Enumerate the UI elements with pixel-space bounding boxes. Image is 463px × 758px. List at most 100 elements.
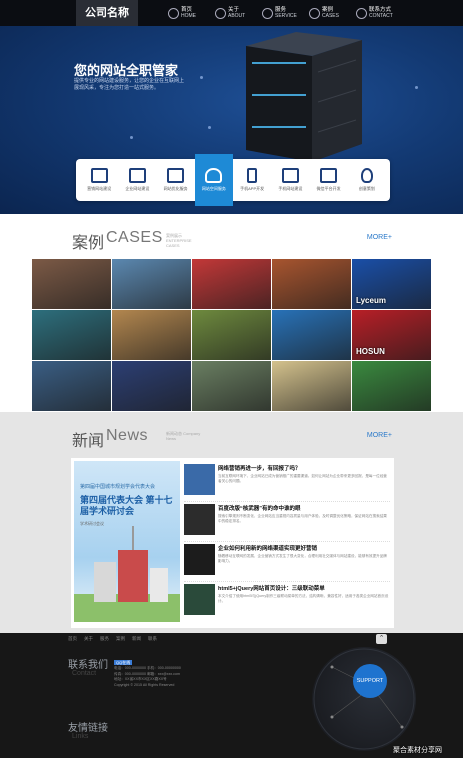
news-title: html5+jQuery网站首页设计：三级联动菜单 [218, 586, 325, 592]
news-title-en: News [106, 427, 149, 444]
service-label: 微信平台开发 [316, 186, 341, 191]
service-label: 网站空间服务 [201, 186, 226, 191]
top-navigation-bar: 公司名称 首页 HOME 关于 ABOUT 服务 SERVICE 案例 CASES 联系… [0, 0, 463, 26]
service-item-wechat[interactable]: 微信平台开发 [310, 159, 348, 201]
news-list: 网络营销再进一步，有回报了吗？ 当前互联网环境下，企业网站已成为营销推广的重要渠… [184, 462, 390, 622]
case-tile[interactable] [32, 361, 111, 411]
cases-title-zh: 案例 [72, 235, 105, 252]
sparkle-dot [415, 86, 418, 89]
network-lines-icon [313, 648, 415, 750]
nav-sublabel: CASES [322, 13, 339, 19]
qq-online-button[interactable]: QQ在线 [114, 660, 133, 666]
hero-title: 您的网站全职管家 [74, 63, 179, 78]
contact-icon [356, 7, 367, 19]
news-thumbnail [184, 504, 215, 535]
cases-section-header: 案例 CASES 案例展示 ENTERPRISE CASES MORE+ [72, 229, 392, 252]
case-tile[interactable] [32, 310, 111, 360]
cases-more-link[interactable]: MORE+ [367, 234, 392, 241]
building-illustration [74, 526, 180, 622]
case-tile[interactable] [112, 361, 191, 411]
sparkle-dot [200, 76, 203, 79]
monitor-icon [90, 168, 108, 183]
contact-info: QQ在线 电话：000-0000000 手机：000-00000000 传真：0… [114, 660, 181, 688]
service-item-marketing-site[interactable]: 营销网站建设 [80, 159, 118, 201]
case-tile-caption: HOSUN [356, 347, 385, 356]
footer-link[interactable]: 案例 [116, 636, 125, 642]
about-icon [215, 7, 226, 19]
service-item-hosting[interactable]: 网站空间服务 [194, 154, 233, 206]
case-tile[interactable]: Lyceum [352, 259, 431, 309]
back-to-top-button[interactable]: ⌃ [376, 634, 387, 644]
footer-link[interactable]: 服务 [100, 636, 109, 642]
sparkle-dot [208, 126, 211, 129]
case-tile-caption: Lyceum [356, 296, 386, 305]
service-label: 创意策划 [358, 186, 375, 191]
news-title-zh: 新闻 [72, 433, 105, 450]
service-item-mobile-site[interactable]: 手机网站建设 [271, 159, 309, 201]
service-icon [262, 7, 273, 19]
nav-item-home[interactable]: 首页 HOME [168, 3, 215, 23]
links-heading-en: Links [72, 733, 89, 740]
browser-icon [281, 168, 299, 183]
news-item[interactable]: 企业如何利用新的网络渠道实现更好营销 随着移动互联网的发展，企业营销方式发生了很… [184, 542, 390, 582]
case-tile[interactable] [272, 361, 351, 411]
hero-subtitle: 提供专业的网站建设服务，让您的企业在互联网上展现风采，专注为您打造一站式服务。 [74, 78, 185, 91]
service-item-creative[interactable]: 创意策划 [348, 159, 386, 201]
footer-link[interactable]: 首页 [68, 636, 77, 642]
sparkle-dot [130, 136, 133, 139]
footer-link[interactable]: 联系 [148, 636, 157, 642]
case-tile[interactable] [112, 310, 191, 360]
nav-item-cases[interactable]: 案例 CASES [309, 3, 356, 23]
contact-heading: 联系我们 [68, 660, 108, 671]
news-item[interactable]: 百度改版“核武器”有的命中谁的眼 搜索引擎规则不断变化，企业网站应当重视内容质量… [184, 502, 390, 542]
news-section-header: 新闻 News 新闻动态 Company News MORE+ [72, 427, 392, 450]
cloud-icon [205, 168, 223, 183]
case-icon [309, 7, 320, 19]
case-gallery: Lyceum HOSUN [32, 259, 431, 411]
service-item-app[interactable]: 手机APP开发 [233, 159, 271, 201]
news-summary: 搜索引擎规则不断变化，企业网站应当重视内容质量与用户体验，及时调整优化策略，保证… [218, 514, 387, 523]
news-more-link[interactable]: MORE+ [367, 432, 392, 439]
nav-sublabel: HOME [181, 13, 196, 19]
news-title: 百度改版“核武器”有的命中谁的眼 [218, 506, 301, 512]
service-item-seo[interactable]: 网站优化服务 [157, 159, 195, 201]
service-label: 手机APP开发 [240, 186, 265, 191]
contact-heading-en: Contact [72, 670, 97, 677]
main-nav: 首页 HOME 关于 ABOUT 服务 SERVICE 案例 CASES 联系方式 CON… [168, 3, 403, 23]
server-illustration [246, 32, 362, 162]
news-thumbnail [184, 584, 215, 615]
news-desc: 新闻动态 Company News [166, 431, 201, 441]
case-tile[interactable] [112, 259, 191, 309]
poster-text: 第四届代表大会 第十七届学术研讨会 [80, 495, 173, 516]
footer-link[interactable]: 新闻 [132, 636, 141, 642]
plus-icon [320, 168, 338, 183]
site-logo[interactable]: 公司名称 [76, 0, 138, 26]
case-tile[interactable] [32, 259, 111, 309]
news-panel: 第四届中国城市规划学会代表大会 第四届代表大会 第十七届学术研讨会 学术研讨会议… [71, 458, 394, 628]
home-icon [168, 7, 179, 19]
case-tile[interactable]: HOSUN [352, 310, 431, 360]
case-tile[interactable] [192, 361, 271, 411]
cases-title-en: CASES [106, 229, 163, 246]
news-poster-image[interactable]: 第四届中国城市规划学会代表大会 第四届代表大会 第十七届学术研讨会 学术研讨会议 [74, 461, 180, 622]
nav-sublabel: ABOUT [228, 13, 246, 19]
service-label: 网站优化服务 [163, 186, 188, 191]
news-thumbnail [184, 544, 215, 575]
case-tile[interactable] [272, 259, 351, 309]
news-summary: 随着移动互联网的发展，企业营销方式发生了很大变化，合理利用社交媒体与网站建设，能… [218, 554, 387, 563]
nav-item-about[interactable]: 关于 ABOUT [215, 3, 262, 23]
nav-sublabel: SERVICE [275, 13, 297, 19]
nav-item-contact[interactable]: 联系方式 CONTACT [356, 3, 403, 23]
screen-icon [128, 168, 146, 183]
footer-link[interactable]: 关于 [84, 636, 93, 642]
news-item[interactable]: 网络营销再进一步，有回报了吗？ 当前互联网环境下，企业网站已成为营销推广的重要渠… [184, 462, 390, 502]
case-tile[interactable] [192, 310, 271, 360]
case-tile[interactable] [192, 259, 271, 309]
support-badge-button[interactable]: SUPPORT [353, 664, 387, 698]
case-tile[interactable] [352, 361, 431, 411]
case-tile[interactable] [272, 310, 351, 360]
phone-icon [247, 168, 258, 183]
news-item[interactable]: html5+jQuery网站首页设计：三级联动菜单 本文介绍了使用html5与j… [184, 582, 390, 622]
service-item-company-site[interactable]: 企业网站建设 [118, 159, 156, 201]
nav-item-service[interactable]: 服务 SERVICE [262, 3, 309, 23]
